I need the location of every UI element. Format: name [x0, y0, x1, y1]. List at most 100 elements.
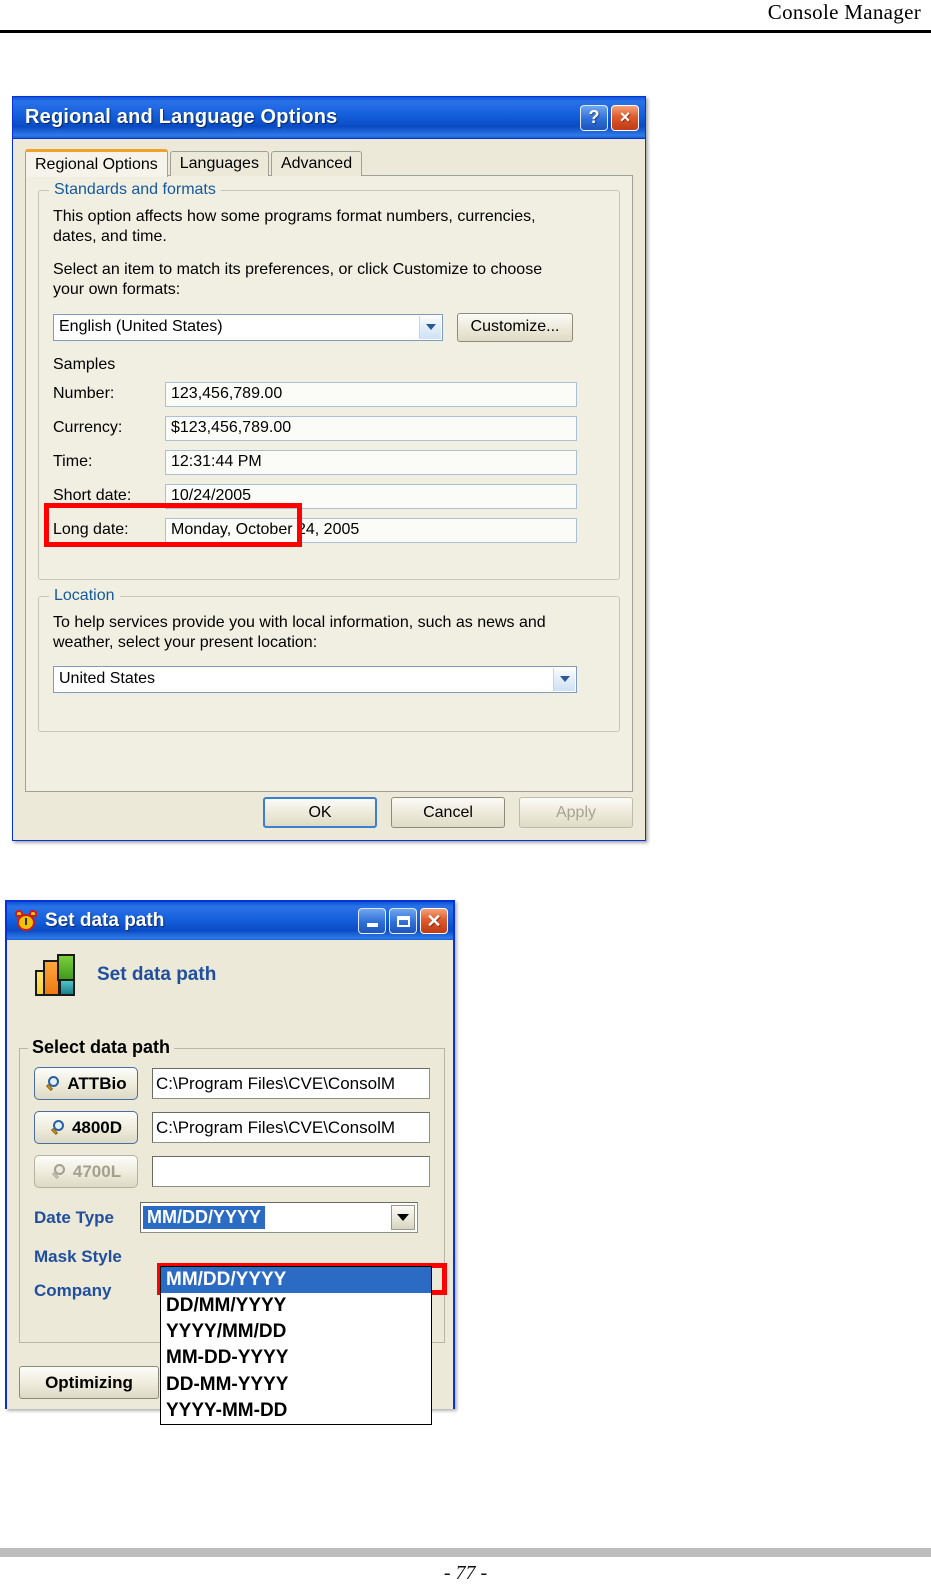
browse-button-label: 4800D: [71, 1117, 123, 1137]
browse-button-4700l: 4700L: [34, 1155, 138, 1188]
window-body: Regional Options Languages Advanced Stan…: [13, 139, 645, 828]
locale-select[interactable]: English (United States): [53, 313, 443, 341]
window-title: Set data path: [45, 910, 165, 931]
sample-label-number: Number:: [53, 385, 115, 403]
tab-bar: Regional Options Languages Advanced: [25, 149, 633, 177]
browse-button-attbio[interactable]: ATTBio: [34, 1067, 138, 1100]
path-input-value: C:\Program Files\CVE\ConsolM: [156, 1117, 396, 1137]
minimize-icon: [366, 923, 378, 927]
sample-value-time: 12:31:44 PM: [165, 449, 577, 475]
help-button[interactable]: ?: [580, 104, 608, 131]
date-type-option[interactable]: DD/MM/YYYY: [161, 1293, 431, 1319]
cancel-button-label: Cancel: [423, 803, 473, 821]
sample-value-number: 123,456,789.00: [165, 381, 577, 407]
close-icon: ✕: [426, 910, 442, 931]
magnifier-icon: [45, 1075, 62, 1092]
location-select-value: United States: [59, 670, 156, 688]
sample-label-time: Time:: [53, 453, 93, 471]
location-select[interactable]: United States: [53, 665, 577, 693]
date-type-option[interactable]: YYYY/MM/DD: [161, 1319, 431, 1345]
sample-label-short-date: Short date:: [53, 487, 132, 505]
standards-description-2: Select an item to match its preferences,…: [53, 260, 543, 299]
cancel-button[interactable]: Cancel: [391, 797, 505, 828]
mask-style-label: Mask Style: [34, 1247, 122, 1266]
tab-languages[interactable]: Languages: [169, 151, 269, 176]
magnifier-icon: [51, 1163, 68, 1180]
data-path-row-attbio: ATTBio C:\Program Files\CVE\ConsolM: [34, 1067, 444, 1100]
date-type-option[interactable]: YYYY-MM-DD: [161, 1398, 431, 1424]
customize-button[interactable]: Customize...: [457, 312, 573, 342]
data-path-row-4700l: 4700L: [34, 1155, 444, 1188]
browse-button-label: ATTBio: [67, 1073, 127, 1093]
regional-and-language-options-window: Regional and Language Options ? × Region…: [12, 96, 646, 841]
tab-label: Advanced: [280, 155, 353, 172]
standards-and-formats-group: Standards and formats This option affect…: [38, 181, 620, 580]
locale-select-value: English (United States): [59, 318, 223, 336]
ok-button[interactable]: OK: [263, 797, 377, 828]
browse-button-label: 4700L: [72, 1161, 122, 1181]
ok-button-label: OK: [308, 803, 332, 821]
window-titlebar: Regional and Language Options ? ×: [13, 97, 645, 139]
select-data-path-group-title: Select data path: [28, 1037, 175, 1058]
blocks-icon: [33, 952, 79, 998]
sample-value-short-date: 10/24/2005: [165, 483, 577, 509]
tab-label: Regional Options: [35, 155, 158, 173]
apply-button: Apply: [519, 797, 633, 828]
standards-description-1: This option affects how some programs fo…: [53, 208, 536, 246]
location-group: Location To help services provide you wi…: [38, 587, 620, 732]
date-type-select-value: MM/DD/YYYY: [143, 1206, 266, 1229]
close-button[interactable]: ×: [611, 104, 639, 131]
date-type-select[interactable]: MM/DD/YYYY: [140, 1202, 418, 1233]
footer-divider: [0, 1548, 931, 1557]
path-input-value: C:\Program Files\CVE\ConsolM: [156, 1073, 396, 1093]
maximize-icon: [396, 915, 410, 927]
date-type-dropdown-list[interactable]: MM/DD/YYYY DD/MM/YYYY YYYY/MM/DD MM-DD-Y…: [160, 1266, 432, 1425]
path-input-4700l[interactable]: [152, 1156, 430, 1187]
tab-regional-options[interactable]: Regional Options: [25, 149, 168, 177]
sample-value-long-date: Monday, October 24, 2005: [165, 517, 577, 543]
date-type-label: Date Type: [34, 1207, 114, 1227]
page-number: - 77 -: [443, 1562, 488, 1584]
location-group-title: Location: [49, 587, 120, 605]
magnifier-icon: [50, 1119, 67, 1136]
tab-label: Languages: [179, 155, 259, 172]
optimizing-button[interactable]: Optimizing: [19, 1366, 159, 1399]
close-icon: ×: [619, 107, 631, 127]
date-type-row: Date Type MM/DD/YYYY: [34, 1202, 444, 1233]
window-titlebar: Set data path ✕: [7, 902, 453, 940]
data-path-row-4800d: 4800D C:\Program Files\CVE\ConsolM: [34, 1111, 444, 1144]
maximize-button[interactable]: [389, 908, 417, 934]
header-divider: [0, 30, 931, 33]
chevron-down-icon[interactable]: [419, 315, 441, 339]
browse-button-4800d[interactable]: 4800D: [34, 1111, 138, 1144]
minimize-button[interactable]: [358, 908, 386, 934]
path-input-4800d[interactable]: C:\Program Files\CVE\ConsolM: [152, 1112, 430, 1143]
date-type-option[interactable]: MM-DD-YYYY: [161, 1345, 431, 1371]
tab-panel-regional-options: Standards and formats This option affect…: [25, 175, 633, 792]
path-input-attbio[interactable]: C:\Program Files\CVE\ConsolM: [152, 1068, 430, 1099]
chevron-down-icon[interactable]: [553, 667, 575, 691]
date-type-option[interactable]: DD-MM-YYYY: [161, 1372, 431, 1398]
date-type-option[interactable]: MM/DD/YYYY: [161, 1267, 431, 1294]
company-label: Company: [34, 1281, 112, 1300]
chevron-down-icon[interactable]: [391, 1205, 415, 1230]
optimizing-button-label: Optimizing: [45, 1372, 133, 1392]
dialog-footer-buttons: OK Cancel Apply: [25, 797, 633, 828]
standards-group-title: Standards and formats: [49, 181, 221, 199]
customize-button-label: Customize...: [470, 318, 560, 336]
page-header: Console Manager: [0, 0, 931, 34]
location-description: To help services provide you with local …: [53, 614, 546, 652]
dialog-header: Set data path: [7, 940, 453, 1008]
sample-label-currency: Currency:: [53, 419, 123, 437]
close-button[interactable]: ✕: [420, 908, 448, 934]
page-header-title: Console Manager: [767, 0, 921, 24]
mask-style-row: Mask Style: [34, 1247, 444, 1267]
tab-advanced[interactable]: Advanced: [270, 151, 363, 176]
sample-value-currency: $123,456,789.00: [165, 415, 577, 441]
sample-label-long-date: Long date:: [53, 521, 129, 539]
window-title: Regional and Language Options: [25, 106, 338, 128]
question-mark-icon: ?: [588, 107, 600, 127]
apply-button-label: Apply: [555, 803, 597, 821]
alarm-clock-icon: [15, 910, 37, 932]
samples-label: Samples: [53, 355, 116, 373]
